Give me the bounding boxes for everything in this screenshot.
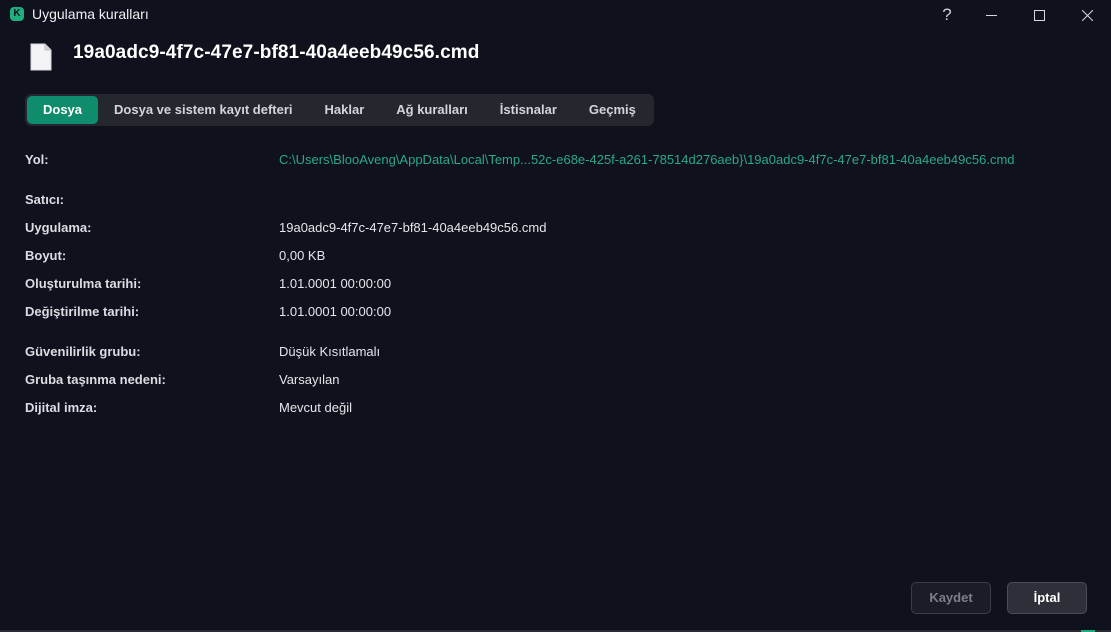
tab-network-rules[interactable]: Ağ kuralları: [380, 96, 484, 124]
minimize-icon: [985, 14, 997, 16]
property-value: 0,00 KB: [279, 248, 326, 263]
property-row-move-reason: Gruba taşınma nedeni: Varsayılan: [25, 372, 1095, 392]
window-title: Uygulama kuralları: [32, 6, 149, 22]
tab-bar: Dosya Dosya ve sistem kayıt defteri Hakl…: [25, 94, 654, 126]
property-row-modified: Değiştirilme tarihi: 1.01.0001 00:00:00: [25, 304, 1095, 324]
help-button[interactable]: ?: [927, 0, 967, 30]
property-row-application: Uygulama: 19a0adc9-4f7c-47e7-bf81-40a4ee…: [25, 220, 1095, 240]
property-row-created: Oluşturulma tarihi: 1.01.0001 00:00:00: [25, 276, 1095, 296]
kaspersky-logo-icon: K: [10, 7, 24, 21]
property-label: Satıcı:: [25, 192, 65, 207]
tab-history[interactable]: Geçmiş: [573, 96, 652, 124]
property-label: Güvenilirlik grubu:: [25, 344, 141, 359]
file-path-link[interactable]: C:\Users\BlooAveng\AppData\Local\Temp...…: [279, 152, 1015, 167]
property-label: Değiştirilme tarihi:: [25, 304, 140, 319]
maximize-button[interactable]: [1015, 0, 1063, 30]
cancel-button[interactable]: İptal: [1007, 582, 1087, 614]
property-row-size: Boyut: 0,00 KB: [25, 248, 1095, 268]
property-label: Boyut:: [25, 248, 67, 263]
close-button[interactable]: [1063, 0, 1111, 30]
property-label: Yol:: [25, 152, 49, 167]
property-label: Gruba taşınma nedeni:: [25, 372, 166, 387]
property-value: 1.01.0001 00:00:00: [279, 304, 392, 319]
property-label: Uygulama:: [25, 220, 92, 235]
file-icon: [30, 43, 52, 71]
property-value: 19a0adc9-4f7c-47e7-bf81-40a4eeb49c56.cmd: [279, 220, 547, 235]
save-button[interactable]: Kaydet: [911, 582, 991, 614]
property-value: Düşük Kısıtlamalı: [279, 344, 381, 359]
property-label: Dijital imza:: [25, 400, 98, 415]
tab-file-and-registry[interactable]: Dosya ve sistem kayıt defteri: [98, 96, 308, 124]
property-value: Mevcut değil: [279, 400, 352, 415]
tab-exclusions[interactable]: İstisnalar: [484, 96, 573, 124]
tab-rights[interactable]: Haklar: [309, 96, 381, 124]
app-rules-window: K Uygulama kuralları ? 19a0adc9-4f7c-47e…: [0, 0, 1111, 632]
property-value: Varsayılan: [279, 372, 340, 387]
property-row-signature: Dijital imza: Mevcut değil: [25, 400, 1095, 420]
property-value: 1.01.0001 00:00:00: [279, 276, 392, 291]
close-icon: [1081, 9, 1093, 21]
title-bar: K Uygulama kuralları ?: [0, 0, 1111, 30]
property-row-trust-group: Güvenilirlik grubu: Düşük Kısıtlamalı: [25, 344, 1095, 364]
minimize-button[interactable]: [967, 0, 1015, 30]
tab-file[interactable]: Dosya: [27, 96, 99, 124]
window-controls: ?: [927, 0, 1111, 30]
property-label: Oluşturulma tarihi:: [25, 276, 142, 291]
file-name-title: 19a0adc9-4f7c-47e7-bf81-40a4eeb49c56.cmd: [73, 42, 480, 63]
maximize-icon: [1033, 9, 1045, 21]
property-row-path: Yol: C:\Users\BlooAveng\AppData\Local\Te…: [25, 152, 1095, 172]
property-row-vendor: Satıcı:: [25, 192, 1095, 212]
